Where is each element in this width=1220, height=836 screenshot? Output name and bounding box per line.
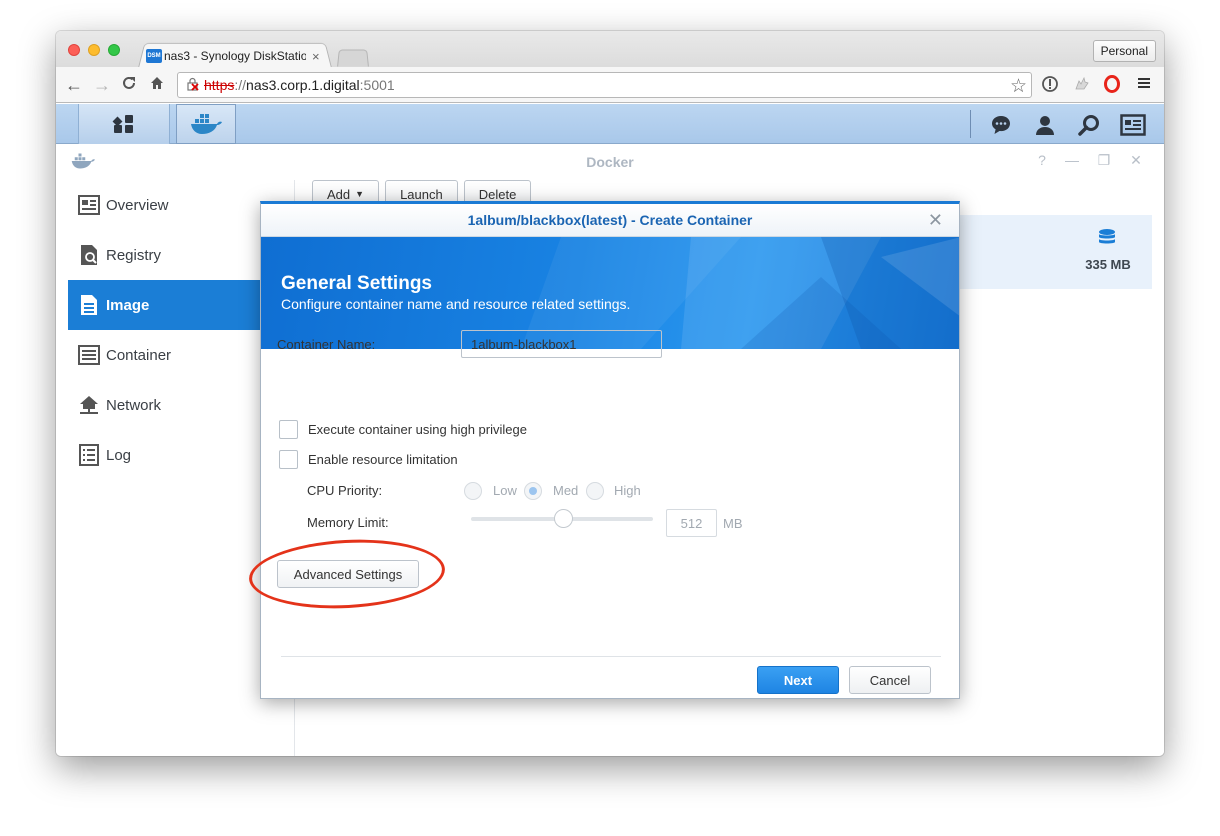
registry-icon (78, 244, 100, 266)
cpu-med-radio[interactable] (524, 482, 542, 500)
sidebar-item-label: Log (106, 446, 132, 464)
restore-icon[interactable]: ❐ (1096, 152, 1112, 169)
dialog-titlebar: 1album/blackbox(latest) - Create Contain… (261, 204, 959, 237)
banner-subtitle: Configure container name and resource re… (281, 296, 631, 312)
resource-limit-label: Enable resource limitation (308, 452, 458, 467)
dialog-footer-divider (281, 656, 941, 657)
docker-taskbar-button[interactable] (176, 104, 236, 144)
url-separator: :// (234, 77, 247, 93)
main-menu-icon (112, 115, 133, 133)
notifications-icon[interactable] (988, 112, 1014, 138)
image-row[interactable] (960, 215, 1152, 289)
high-privilege-label: Execute container using high privilege (308, 422, 527, 437)
tab-title: nas3 - Synology DiskStatio (164, 49, 306, 63)
close-icon[interactable]: ✕ (1128, 152, 1144, 169)
back-icon[interactable]: ← (64, 75, 84, 95)
help-icon[interactable]: ? (1034, 152, 1050, 168)
browser-tab-content[interactable]: DSM nas3 - Synology DiskStatio × (146, 47, 326, 65)
minimize-icon[interactable]: — (1064, 152, 1080, 168)
resource-limit-checkbox[interactable] (279, 450, 298, 469)
extension-cat-icon[interactable] (1072, 75, 1092, 95)
new-tab-button[interactable] (337, 49, 369, 67)
sidebar-item-label: Registry (106, 246, 162, 264)
dialog-title: 1album/blackbox(latest) - Create Contain… (467, 212, 753, 228)
database-icon (1099, 229, 1115, 244)
memory-slider-thumb[interactable] (554, 509, 573, 528)
sidebar-item-label: Network (106, 396, 162, 414)
tab-close-icon[interactable]: × (312, 49, 320, 64)
url-port: :5001 (359, 77, 395, 93)
cpu-high-radio[interactable] (586, 482, 604, 500)
memory-unit-label: MB (723, 516, 743, 531)
main-menu-button[interactable] (78, 104, 170, 144)
cpu-priority-label: CPU Priority: (307, 483, 383, 498)
cpu-low-radio[interactable] (464, 482, 482, 500)
docker-window-title: Docker (586, 154, 634, 170)
user-icon[interactable] (1032, 112, 1058, 138)
chevron-down-icon: ▼ (355, 189, 365, 199)
search-icon[interactable] (1076, 112, 1102, 138)
cpu-med-label: Med (553, 483, 579, 498)
insecure-lock-icon (186, 77, 200, 94)
menu-icon[interactable] (1134, 75, 1154, 95)
dsm-taskbar (56, 104, 1164, 144)
log-icon (78, 444, 100, 466)
tab-strip: DSM nas3 - Synology DiskStatio × Persona… (56, 31, 1164, 68)
docker-titlebar: Docker ? — ❐ ✕ (56, 144, 1164, 180)
sidebar-item-label: Overview (106, 196, 169, 214)
forward-icon[interactable]: → (92, 75, 112, 95)
image-size: 335 MB (1085, 257, 1131, 272)
sidebar-item-label: Container (106, 346, 172, 364)
zoom-window-button[interactable] (108, 44, 120, 56)
browser-toolbar: ← → https://nas3.corp.1.digital:5001 ☆ (56, 67, 1164, 103)
url-host: nas3.corp.1.digital (246, 77, 360, 93)
next-button[interactable]: Next (757, 666, 839, 694)
banner-title: General Settings (281, 273, 432, 294)
home-icon[interactable] (147, 75, 167, 95)
dsm-favicon-icon: DSM (146, 49, 162, 63)
extension-info-icon[interactable] (1040, 75, 1060, 95)
docker-whale-icon (191, 114, 222, 134)
opera-extension-icon[interactable] (1102, 75, 1122, 95)
close-window-button[interactable] (68, 44, 80, 56)
sidebar-item-label: Image (106, 296, 150, 314)
cpu-high-label: High (614, 483, 641, 498)
widgets-icon[interactable] (1120, 112, 1146, 138)
memory-value-field[interactable]: 512 (666, 509, 717, 537)
reload-icon[interactable] (119, 75, 139, 95)
container-icon (78, 344, 100, 366)
container-name-field[interactable]: 1album-blackbox1 (461, 330, 662, 358)
cpu-low-label: Low (493, 483, 517, 498)
container-name-label: Container Name: (277, 337, 376, 352)
memory-limit-label: Memory Limit: (307, 515, 389, 530)
annotation-circle (247, 534, 447, 614)
address-bar[interactable]: https://nas3.corp.1.digital:5001 ☆ (177, 72, 1032, 98)
close-icon[interactable]: ✕ (928, 210, 943, 231)
high-privilege-checkbox[interactable] (279, 420, 298, 439)
profile-button[interactable]: Personal (1092, 40, 1156, 62)
minimize-window-button[interactable] (88, 44, 100, 56)
add-button-label: Add (327, 186, 351, 202)
create-container-dialog: 1album/blackbox(latest) - Create Contain… (247, 201, 960, 699)
bookmark-star-icon[interactable]: ☆ (1010, 75, 1027, 98)
url-scheme: https (204, 77, 235, 93)
taskbar-separator (970, 110, 971, 138)
image-icon (78, 294, 100, 316)
cancel-button[interactable]: Cancel (849, 666, 931, 694)
network-icon (78, 394, 100, 416)
overview-icon (78, 194, 100, 216)
